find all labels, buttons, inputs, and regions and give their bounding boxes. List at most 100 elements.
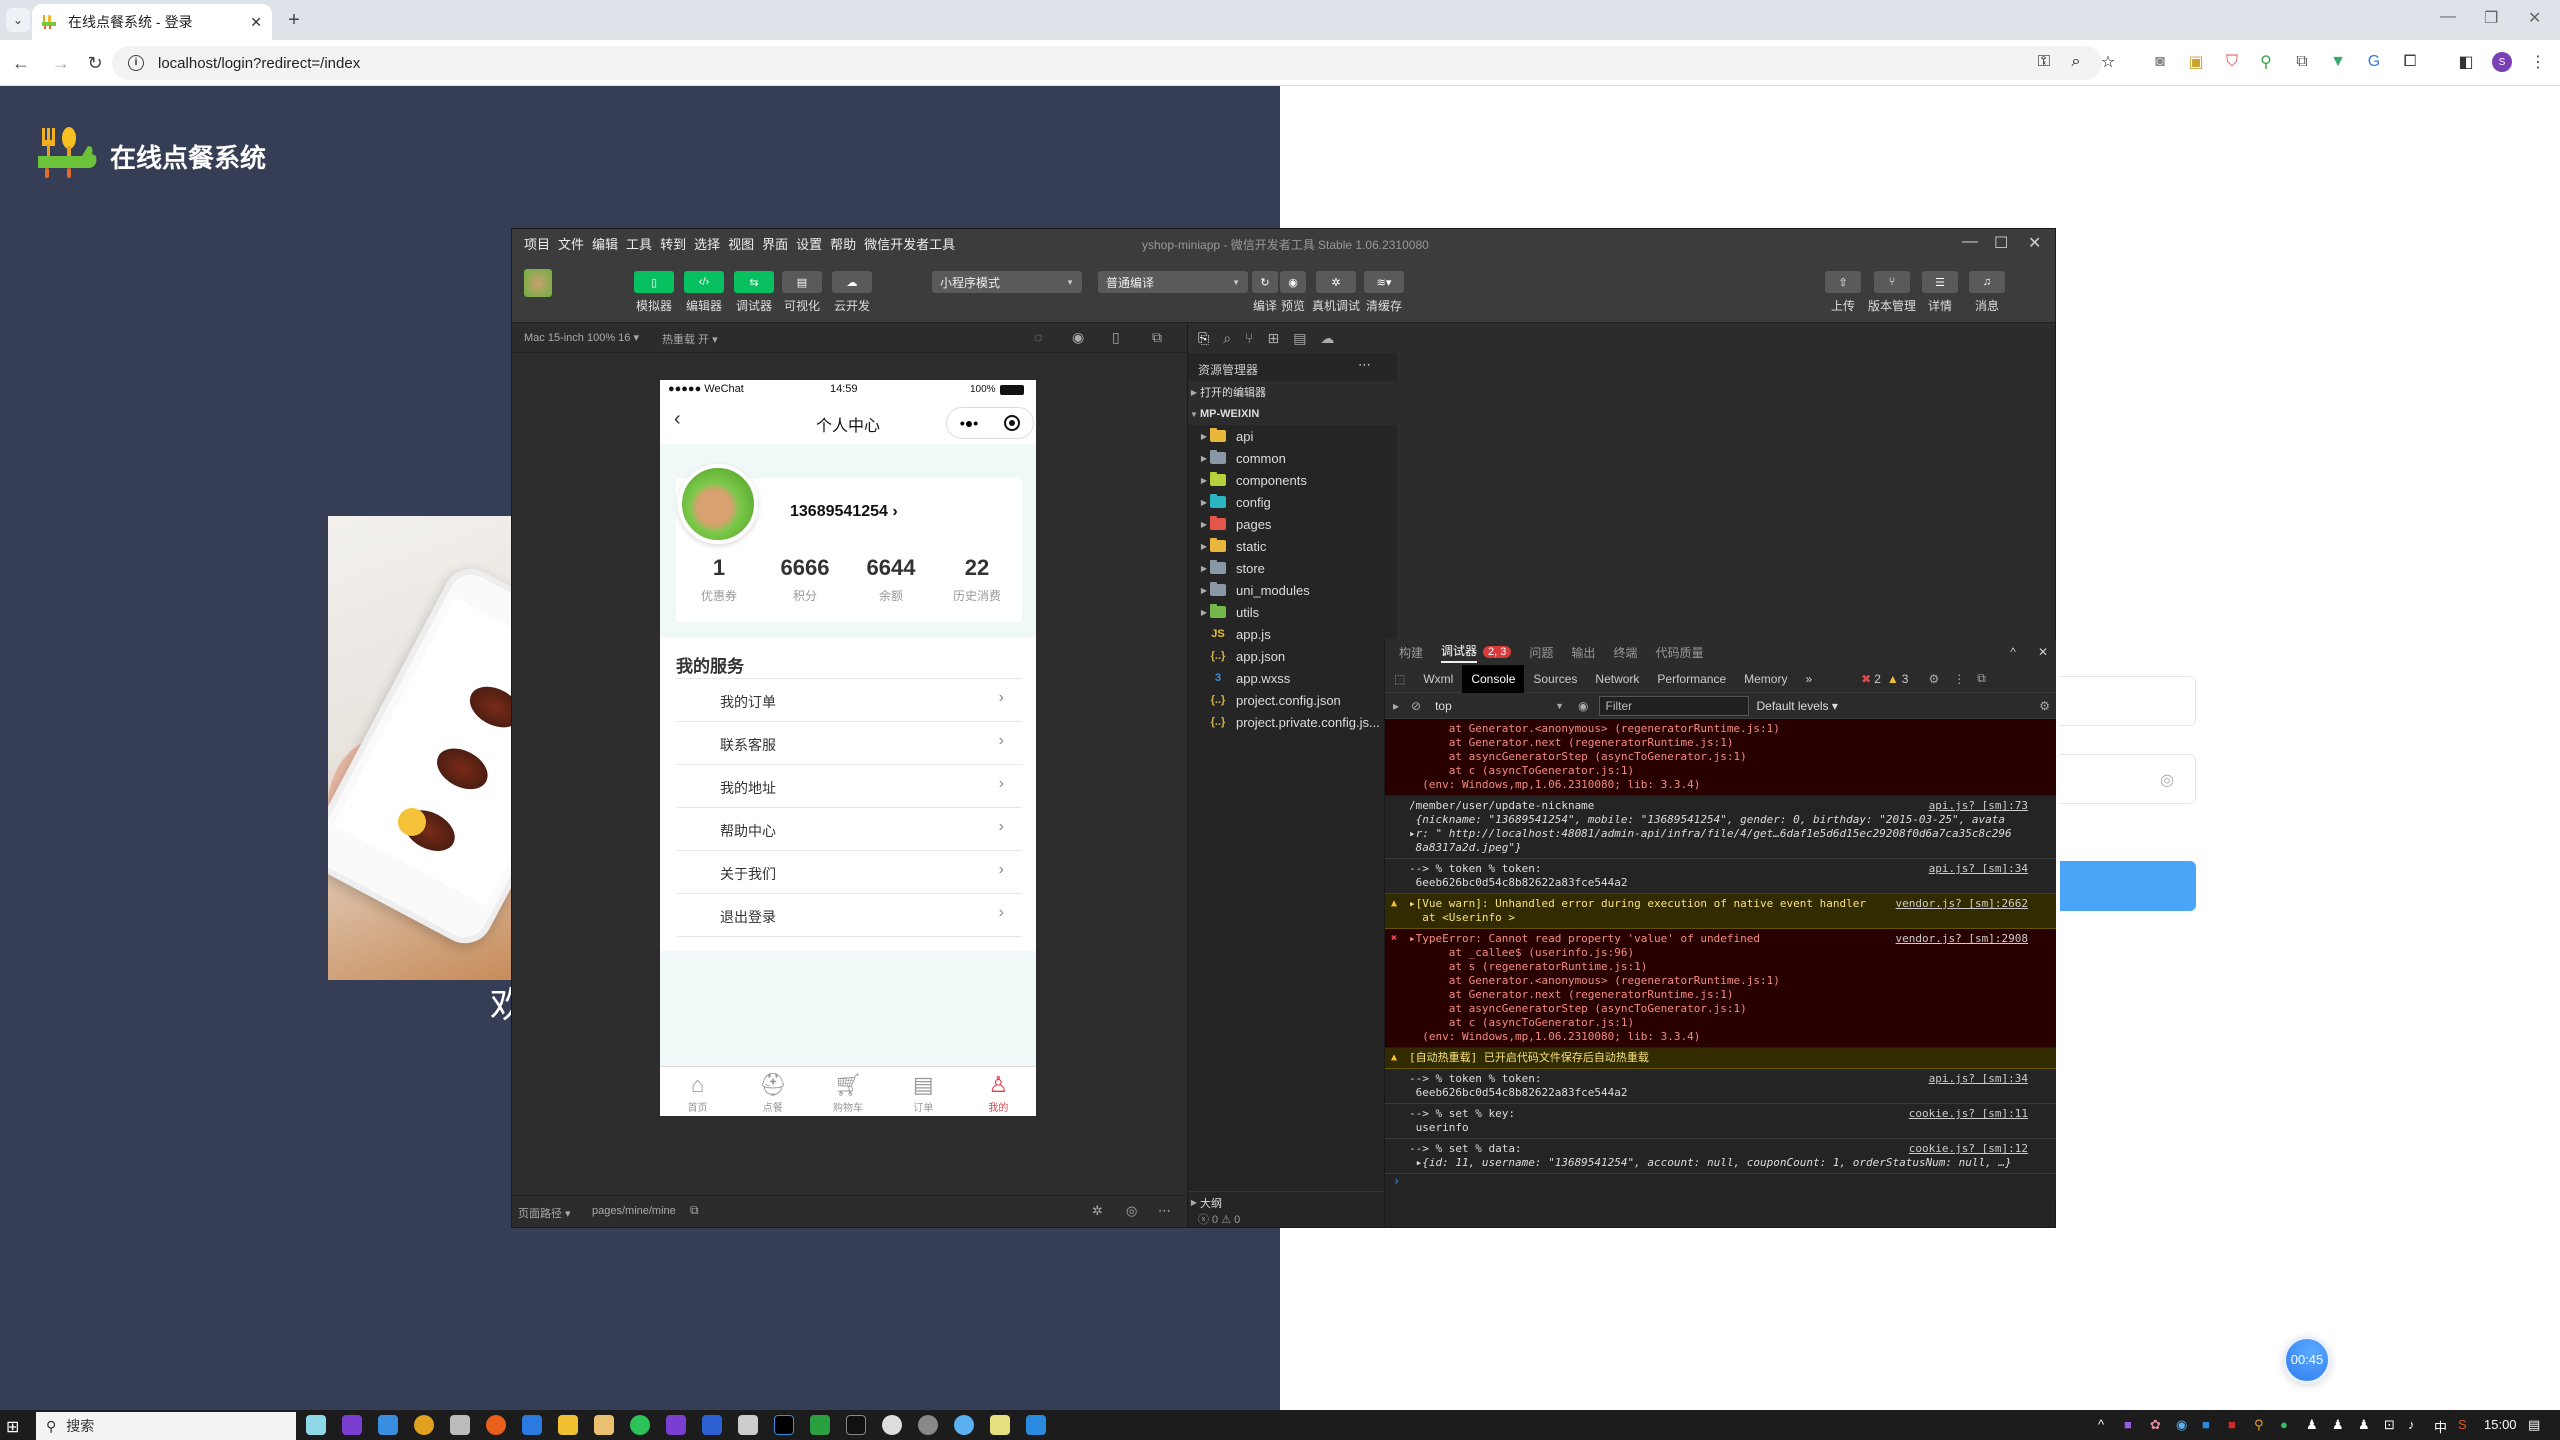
messages-button[interactable]: ♫ xyxy=(1969,271,2005,293)
tray-qq-icon[interactable]: ♟ xyxy=(2306,1417,2318,1433)
taskbar-app-icon[interactable] xyxy=(666,1415,686,1435)
live-expression-eye-icon[interactable]: ◉ xyxy=(1578,699,1588,713)
file-item[interactable]: 3 app.wxss xyxy=(1188,667,1398,689)
tray-search-app-icon[interactable]: ⚲ xyxy=(2254,1417,2264,1433)
more-tabs-icon[interactable]: » xyxy=(1796,665,1821,693)
tab-output[interactable]: 输出 xyxy=(1571,644,1595,661)
wechat-devtools-icon[interactable] xyxy=(882,1415,902,1435)
cloud-icon[interactable]: ☁ xyxy=(1320,330,1334,347)
file-explorer-icon[interactable] xyxy=(558,1415,578,1435)
password-hidden-eye-icon[interactable]: ◎ xyxy=(2160,770,2174,790)
service-item[interactable]: 我的订单 › xyxy=(676,678,1022,721)
menu-item-project[interactable]: 项目 xyxy=(524,234,550,253)
console-source-link[interactable]: api.js? [sm]:73 xyxy=(1929,799,2028,813)
copy-extension-icon[interactable]: ⧉ xyxy=(2290,50,2314,74)
file-item[interactable]: {..} project.config.json xyxy=(1188,689,1398,711)
folder-config[interactable]: ▶ config xyxy=(1188,491,1398,513)
collapse-panel-icon[interactable]: ^ xyxy=(2010,645,2016,659)
tray-app-icon[interactable]: ■ xyxy=(2202,1417,2210,1432)
image-extension-icon[interactable]: ▣ xyxy=(2184,50,2208,74)
devtools-settings-icon[interactable]: ⚙ xyxy=(1928,672,1939,686)
menu-item-tools[interactable]: 工具 xyxy=(626,234,652,253)
stat-coupons[interactable]: 1 优惠券 xyxy=(676,555,762,604)
folder-pages[interactable]: ▶ pages xyxy=(1188,513,1398,535)
menu-item-settings[interactable]: 设置 xyxy=(796,234,822,253)
ime-indicator[interactable]: 中 xyxy=(2434,1417,2447,1436)
project-root[interactable]: ▼ MP-WEIXIN xyxy=(1188,403,1398,425)
log-levels-select[interactable]: Default levels ▾ xyxy=(1757,699,1838,713)
back-button[interactable]: ← xyxy=(8,50,34,76)
menu-item-file[interactable]: 文件 xyxy=(558,234,584,253)
stat-points[interactable]: 6666 积分 xyxy=(762,555,848,604)
window-close-button[interactable]: ✕ xyxy=(2528,8,2541,28)
ide-minimize-button[interactable]: — xyxy=(1962,233,1978,251)
console-prompt-input[interactable]: › xyxy=(1385,1174,2056,1188)
close-miniprogram-icon[interactable] xyxy=(1004,415,1021,431)
tab-user[interactable]: ♙ 我的 xyxy=(961,1067,1036,1116)
editor-toggle-button[interactable]: ‹/› xyxy=(684,271,724,293)
taskbar-clock[interactable]: 15:00 xyxy=(2484,1417,2517,1432)
taskbar-app-icon[interactable] xyxy=(342,1415,362,1435)
notifications-icon[interactable]: ▤ xyxy=(2528,1417,2540,1433)
password-input[interactable] xyxy=(2060,754,2196,804)
tray-app-icon[interactable]: ■ xyxy=(2228,1417,2236,1432)
tab-close-icon[interactable]: ✕ xyxy=(250,14,262,31)
service-item[interactable]: 关于我们 › xyxy=(676,850,1022,893)
chrome-icon[interactable] xyxy=(414,1415,434,1435)
open-editors-section[interactable]: ▶ 打开的编辑器 xyxy=(1188,381,1398,403)
version-control-button[interactable]: ⑂ xyxy=(1874,271,1910,293)
tray-app-icon[interactable]: ■ xyxy=(2124,1417,2132,1432)
taskbar-app-icon[interactable] xyxy=(1026,1415,1046,1435)
new-tab-button[interactable]: + xyxy=(282,8,306,32)
compile-select[interactable]: 普通编译 ▼ xyxy=(1098,271,1248,293)
menu-item-select[interactable]: 选择 xyxy=(694,234,720,253)
service-item[interactable]: 帮助中心 › xyxy=(676,807,1022,850)
tray-qq-icon[interactable]: ♟ xyxy=(2332,1417,2344,1433)
bookmark-star-icon[interactable]: ☆ xyxy=(2096,50,2120,74)
details-button[interactable]: ☰ xyxy=(1922,271,1958,293)
stat-history[interactable]: 22 历史消费 xyxy=(934,555,1020,604)
console-filter-input[interactable]: Filter xyxy=(1598,695,1749,716)
notepad-icon[interactable] xyxy=(990,1415,1010,1435)
clear-console-icon[interactable]: ⊘ xyxy=(1411,699,1421,713)
tab-code-quality[interactable]: 代码质量 xyxy=(1655,644,1703,661)
search-icon[interactable]: ⌕ xyxy=(1223,330,1231,347)
tray-app-icon[interactable]: ◉ xyxy=(2176,1417,2187,1433)
taskbar-app-icon[interactable] xyxy=(378,1415,398,1435)
tab-cloche[interactable]: ⛑ 点餐 xyxy=(735,1067,810,1116)
translate-extension-icon[interactable]: G xyxy=(2362,50,2386,74)
taskbar-app-icon[interactable] xyxy=(306,1415,326,1435)
tab-network[interactable]: Network xyxy=(1586,665,1648,693)
window-minimize-button[interactable]: — xyxy=(2440,8,2456,26)
folder-components[interactable]: ▶ components xyxy=(1188,469,1398,491)
firefox-icon[interactable] xyxy=(486,1415,506,1435)
screenshot-extension-icon[interactable]: ◙ xyxy=(2148,50,2172,74)
folder-utils[interactable]: ▶ utils xyxy=(1188,601,1398,623)
wechat-icon[interactable] xyxy=(630,1415,650,1435)
upload-button[interactable]: ⇧ xyxy=(1825,271,1861,293)
debugger-toggle-button[interactable]: ⇆ xyxy=(734,271,774,293)
forward-button[interactable]: → xyxy=(48,50,74,76)
extensions-icon[interactable]: ⊞ xyxy=(1267,330,1279,347)
terminal-icon[interactable] xyxy=(846,1415,866,1435)
browser-tab-active[interactable]: 在线点餐系统 - 登录 ✕ xyxy=(32,4,272,40)
tab-problems[interactable]: 问题 xyxy=(1529,644,1553,661)
tab-memory[interactable]: Memory xyxy=(1735,665,1796,693)
close-panel-icon[interactable]: ✕ xyxy=(2038,645,2048,659)
address-bar[interactable]: i localhost/login?redirect=/index xyxy=(112,46,2102,80)
devtools-menu-icon[interactable]: ⋮ xyxy=(1953,672,1965,686)
folder-uni_modules[interactable]: ▶ uni_modules xyxy=(1188,579,1398,601)
site-info-icon[interactable]: i xyxy=(128,55,144,71)
rotate-icon[interactable]: ◌ xyxy=(1034,329,1042,345)
stat-balance[interactable]: 6644 余额 xyxy=(848,555,934,604)
tray-app-icon[interactable]: ✿ xyxy=(2150,1417,2161,1433)
more-icon[interactable]: ⋯ xyxy=(1158,1203,1171,1219)
password-key-icon[interactable]: ⚿ xyxy=(2032,50,2056,74)
explorer-more-icon[interactable]: ⋯ xyxy=(1358,357,1371,373)
inspect-element-icon[interactable]: ⬚ xyxy=(1385,665,1414,693)
volume-icon[interactable]: ♪ xyxy=(2408,1417,2415,1432)
taskbar-app-icon[interactable] xyxy=(522,1415,542,1435)
taskbar-app-icon[interactable] xyxy=(954,1415,974,1435)
project-avatar[interactable] xyxy=(524,269,552,297)
copy-path-icon[interactable]: ⧉ xyxy=(690,1203,699,1218)
